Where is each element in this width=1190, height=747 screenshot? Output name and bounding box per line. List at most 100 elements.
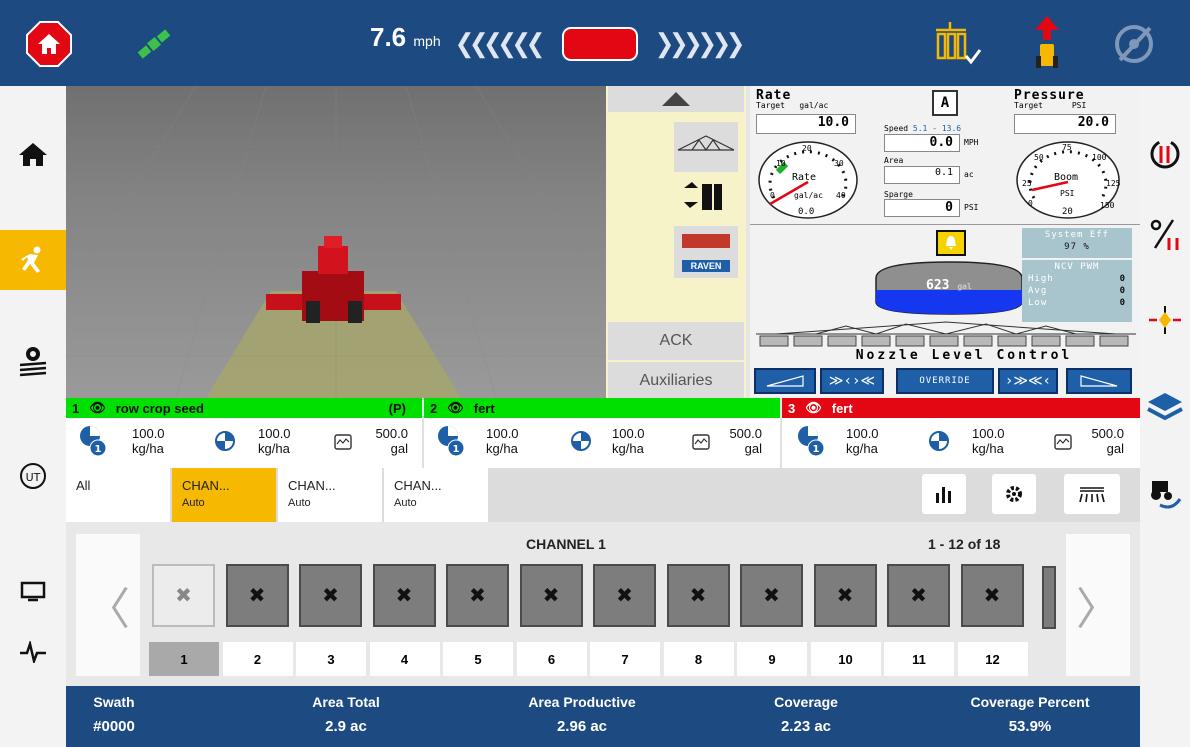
product-header-3[interactable]: 3 👁 fert — [782, 398, 1140, 418]
product-header-1[interactable]: 1 👁 row crop seed (P) — [66, 398, 422, 418]
tab-all[interactable]: All — [66, 468, 170, 522]
product-3-rate2-value: 100.0 — [972, 426, 1005, 441]
tab-channel-1[interactable]: CHAN... Auto — [172, 468, 276, 522]
implement-status-icon[interactable] — [932, 16, 982, 73]
sections-in-right-button[interactable]: ›≫≪‹ — [998, 368, 1058, 394]
pressure-unit: PSI — [1071, 101, 1087, 110]
chart-view-button[interactable] — [922, 474, 966, 514]
section-button[interactable]: ✖ — [299, 564, 362, 627]
section-button[interactable]: ✖ — [372, 564, 436, 627]
section-button[interactable]: ✖ — [740, 564, 803, 627]
tab-channel-3[interactable]: CHAN... Auto — [384, 468, 488, 522]
footer-area-total-label: Area Total — [312, 694, 380, 710]
section-number[interactable]: 8 — [663, 642, 734, 676]
product-1-tank[interactable]: 500.0 gal — [372, 426, 408, 456]
product-1-flag: (P) — [388, 400, 406, 416]
sparge-value: 0 — [884, 199, 960, 217]
section-button[interactable]: ✖ — [519, 564, 583, 627]
section-width-icon[interactable] — [1132, 290, 1190, 350]
auxiliaries-button[interactable]: Auxiliaries — [608, 362, 744, 400]
section-number[interactable]: 4 — [369, 642, 440, 676]
section-number[interactable]: 1 — [149, 642, 219, 676]
product-3-rate1[interactable]: 100.0 kg/ha — [846, 426, 879, 456]
sidebar-ut-button[interactable]: UT — [0, 446, 66, 506]
tractor-direction-icon[interactable] — [1032, 14, 1062, 77]
tab-channel-2[interactable]: CHAN... Auto — [278, 468, 382, 522]
product-3-tank[interactable]: 500.0 gal — [1084, 426, 1124, 456]
product-1-rate1[interactable]: 100.0 kg/ha — [132, 426, 165, 456]
planter-view-button[interactable] — [1064, 474, 1120, 514]
sidebar-implement-settings-button[interactable] — [0, 330, 66, 390]
sidebar-home-button[interactable] — [0, 124, 66, 184]
rate-target-value[interactable]: 10.0 — [756, 114, 856, 134]
alarm-bell-icon[interactable] — [936, 230, 966, 256]
tank-unit: gal — [957, 282, 972, 291]
boom-fold-right-button[interactable] — [1066, 368, 1132, 394]
section-number[interactable]: 7 — [590, 642, 660, 676]
section-button[interactable]: ✖ — [666, 564, 730, 627]
section-number[interactable]: 2 — [222, 642, 293, 676]
section-button[interactable]: ✖ — [446, 564, 509, 627]
gps-satellite-icon[interactable] — [134, 24, 174, 69]
boom-fold-left-button[interactable] — [754, 368, 816, 394]
sidebar-diagnostics-button[interactable] — [0, 622, 66, 682]
product-2-tank[interactable]: 500.0 gal — [726, 426, 762, 456]
product-1-number: 1 — [72, 400, 80, 416]
product-2-rate2[interactable]: 100.0 kg/ha — [612, 426, 645, 456]
product-1-eye-icon: 👁 — [89, 400, 106, 415]
section-number[interactable]: 5 — [443, 642, 513, 676]
auto-mode-button[interactable]: A — [932, 90, 958, 116]
channel-tabs: All CHAN... Auto CHAN... Auto CHAN... Auto — [66, 468, 1140, 522]
footer-area-productive: Area Productive 2.96 ac — [482, 686, 682, 735]
section-button[interactable]: ✖ — [813, 564, 877, 627]
rate-dial-label: Rate — [792, 172, 816, 183]
tab-channel-1-mode: Auto — [182, 497, 205, 509]
pressure-target-label: Target — [1014, 101, 1043, 110]
speed-gauge-label-row: Speed 5.1 - 13.6 — [884, 124, 961, 133]
product-1-rate2[interactable]: 100.0 kg/ha — [258, 426, 291, 456]
settings-gear-button[interactable] — [992, 474, 1036, 514]
previous-page-button[interactable]: 〈 — [76, 534, 140, 676]
master-switch-indicator[interactable] — [562, 27, 638, 61]
product-header-2[interactable]: 2 👁 fert — [424, 398, 780, 418]
field-map-view[interactable] — [5, 85, 667, 399]
override-button[interactable]: OVERRIDE — [896, 368, 994, 394]
section-button[interactable]: ✖ — [593, 564, 656, 627]
vehicle-swap-icon[interactable] — [1132, 462, 1190, 522]
section-number[interactable]: 11 — [884, 642, 954, 676]
pressure-target-value[interactable]: 20.0 — [1014, 114, 1116, 134]
tab-channel-3-mode: Auto — [394, 497, 417, 509]
section-control-icon[interactable] — [674, 172, 738, 220]
next-page-button[interactable]: 〉 — [1066, 534, 1130, 676]
scroll-up-button[interactable] — [608, 86, 744, 112]
product-3-tank-icon — [1054, 434, 1072, 450]
sidebar-display-button[interactable] — [0, 562, 66, 622]
rate-tick-0: 0 — [770, 191, 775, 200]
raven-logo-button[interactable]: RAVEN — [674, 226, 738, 278]
section-number[interactable]: 6 — [516, 642, 587, 676]
product-2-rate1[interactable]: 100.0 kg/ha — [486, 426, 519, 456]
product-1-rate2-unit: kg/ha — [258, 441, 290, 456]
section-number[interactable]: 12 — [957, 642, 1028, 676]
sidebar-run-screen-button[interactable] — [0, 230, 66, 290]
section-button[interactable]: ✖ — [225, 564, 289, 627]
section-button[interactable]: ✖ — [960, 564, 1024, 627]
footer-coverage: Coverage 2.23 ac — [706, 686, 906, 735]
map-layers-icon[interactable] — [1132, 378, 1190, 438]
steering-disabled-icon[interactable] — [1112, 22, 1156, 71]
ack-button[interactable]: ACK — [608, 322, 744, 360]
section-number[interactable]: 10 — [810, 642, 881, 676]
ncv-high-value: 0 — [1119, 274, 1126, 284]
section-page-info: 1 - 12 of 18 — [928, 536, 1001, 552]
product-3-rate2[interactable]: 100.0 kg/ha — [972, 426, 1005, 456]
sections-in-left-button[interactable]: ≫‹›≪ — [820, 368, 884, 394]
section-button[interactable]: ✖ — [152, 564, 215, 627]
boom-view-button[interactable] — [674, 122, 738, 172]
path-percent-icon[interactable] — [1132, 204, 1190, 264]
section-number[interactable]: 3 — [296, 642, 366, 676]
footer-coverage-percent: Coverage Percent 53.9% — [930, 686, 1130, 735]
section-number[interactable]: 9 — [737, 642, 807, 676]
home-stop-button[interactable] — [26, 21, 72, 67]
section-button[interactable]: ✖ — [887, 564, 950, 627]
guidance-pattern-icon[interactable] — [1132, 124, 1190, 184]
